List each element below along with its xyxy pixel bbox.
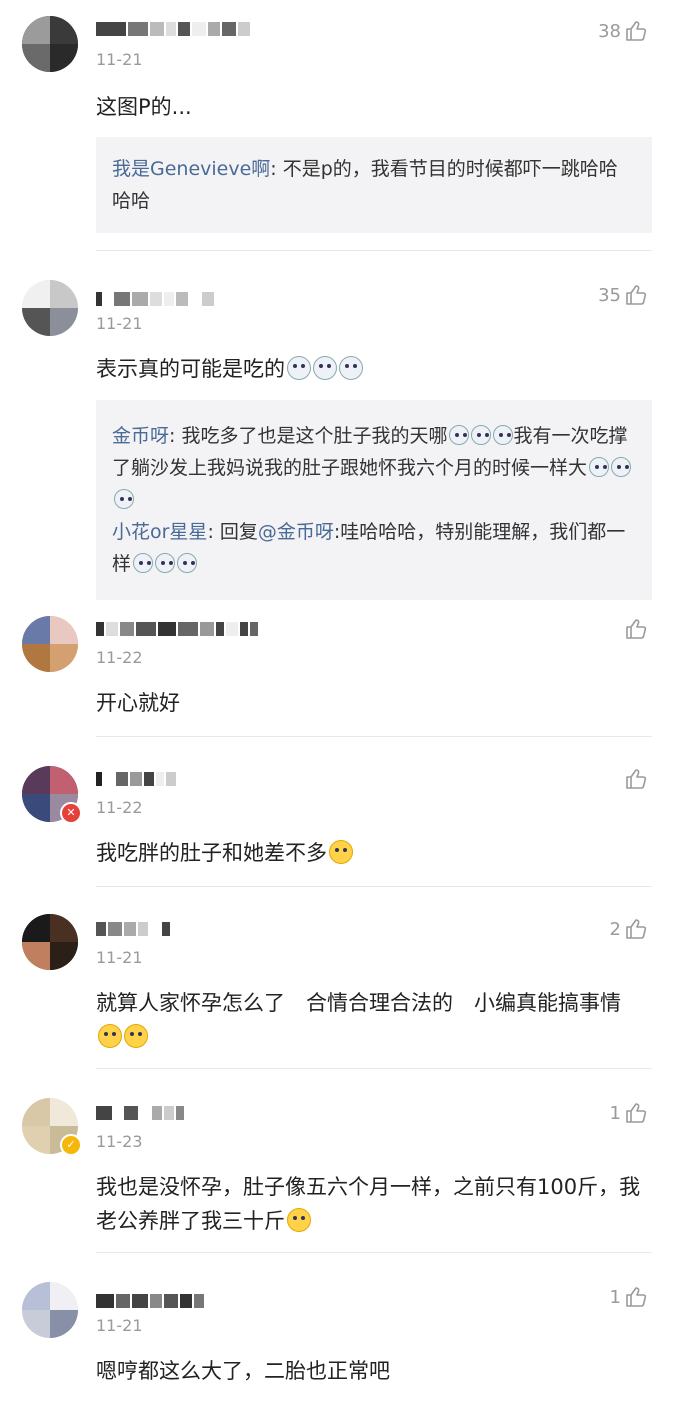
angry-emoji-icon [124,1024,148,1048]
comment-date: 11-22 [96,798,143,817]
comment-date: 11-21 [96,948,143,967]
emoji-icon [155,553,176,573]
thumbs-up-icon [626,21,647,41]
reply-box[interactable]: 我是Genevieve啊: 不是p的，我看节目的时候都吓一跳哈哈哈哈 [96,137,652,233]
comment-text: 表示真的可能是吃的 [96,352,645,386]
divider [96,886,652,887]
avatar[interactable] [22,280,78,336]
reply-text: 我吃多了也是这个肚子我的天哪 [181,425,448,447]
like-button[interactable]: 2 [610,918,647,940]
comment-text: 我吃胖的肚子和她差不多 [96,836,645,870]
username-blurred[interactable] [96,772,178,786]
emoji-icon [611,457,632,477]
emoji-icon [449,425,470,445]
comment-text: 就算人家怀孕怎么了 合情合理合法的 小编真能搞事情 [96,986,645,1054]
emoji-icon [114,489,134,509]
comment-date: 11-23 [96,1132,143,1151]
laugh-cry-emoji-icon [287,1208,311,1232]
like-count: 38 [598,20,621,42]
like-count: 1 [609,1286,621,1308]
like-button[interactable]: 1 [610,1102,647,1124]
like-button[interactable]: 1 [610,1286,647,1308]
divider [96,1252,652,1253]
comment-text: 这图P的... [96,95,192,119]
emoji-icon [493,425,514,445]
divider [96,736,652,737]
comment-date: 11-21 [96,50,143,69]
thumbs-up-icon [626,769,647,789]
username-blurred[interactable] [96,1294,206,1308]
emoji-icon [471,425,492,445]
username-blurred[interactable] [96,622,260,636]
reply-author[interactable]: 小花or星星 [112,521,207,543]
thumbs-up-icon [626,1287,647,1307]
like-button[interactable] [621,618,647,640]
thumbs-up-icon [626,285,647,305]
reply-box[interactable]: 金币呀: 我吃多了也是这个肚子我的天哪 我有一次吃撑了躺沙发上我妈说我的肚子跟她怀… [96,400,652,600]
username-blurred[interactable] [96,22,252,36]
yawn-emoji-icon [329,840,353,864]
avatar[interactable] [22,616,78,672]
like-button[interactable]: 35 [598,284,647,306]
comment-date: 11-21 [96,314,143,333]
like-count: 1 [609,1102,621,1124]
avatar[interactable] [22,1282,78,1338]
reply-mention[interactable]: @金币呀 [258,521,334,543]
like-button[interactable]: 38 [598,20,647,42]
emoji-icon [287,356,311,380]
emoji-icon [133,553,154,573]
thumbs-up-icon [626,919,647,939]
emoji-icon [339,356,363,380]
like-count: 2 [609,918,621,940]
like-count: 35 [598,284,621,306]
comment-date: 11-21 [96,1316,143,1335]
fist-emoji-icon [98,1024,122,1048]
like-button[interactable] [621,768,647,790]
reply-author[interactable]: 金币呀 [112,425,169,447]
verified-badge-icon: ✓ [60,1134,82,1156]
username-blurred[interactable] [96,922,172,936]
comment-text: 我也是没怀孕，肚子像五六个月一样，之前只有100斤，我老公养胖了我三十斤 [96,1175,641,1233]
comment-text: 开心就好 [96,691,180,715]
emoji-icon [313,356,337,380]
comment-date: 11-22 [96,648,143,667]
divider [96,250,652,251]
thumbs-up-icon [626,619,647,639]
divider [96,1068,652,1069]
emoji-icon [589,457,610,477]
avatar[interactable] [22,16,78,72]
reply-author[interactable]: 我是Genevieve啊 [112,158,270,180]
username-blurred[interactable] [96,1106,186,1120]
thumbs-up-icon [626,1103,647,1123]
verified-badge-icon: ✕ [60,802,82,824]
username-blurred[interactable] [96,292,216,306]
emoji-icon [177,553,198,573]
avatar[interactable] [22,914,78,970]
comment-text: 嗯哼都这么大了，二胎也正常吧 [96,1359,390,1383]
